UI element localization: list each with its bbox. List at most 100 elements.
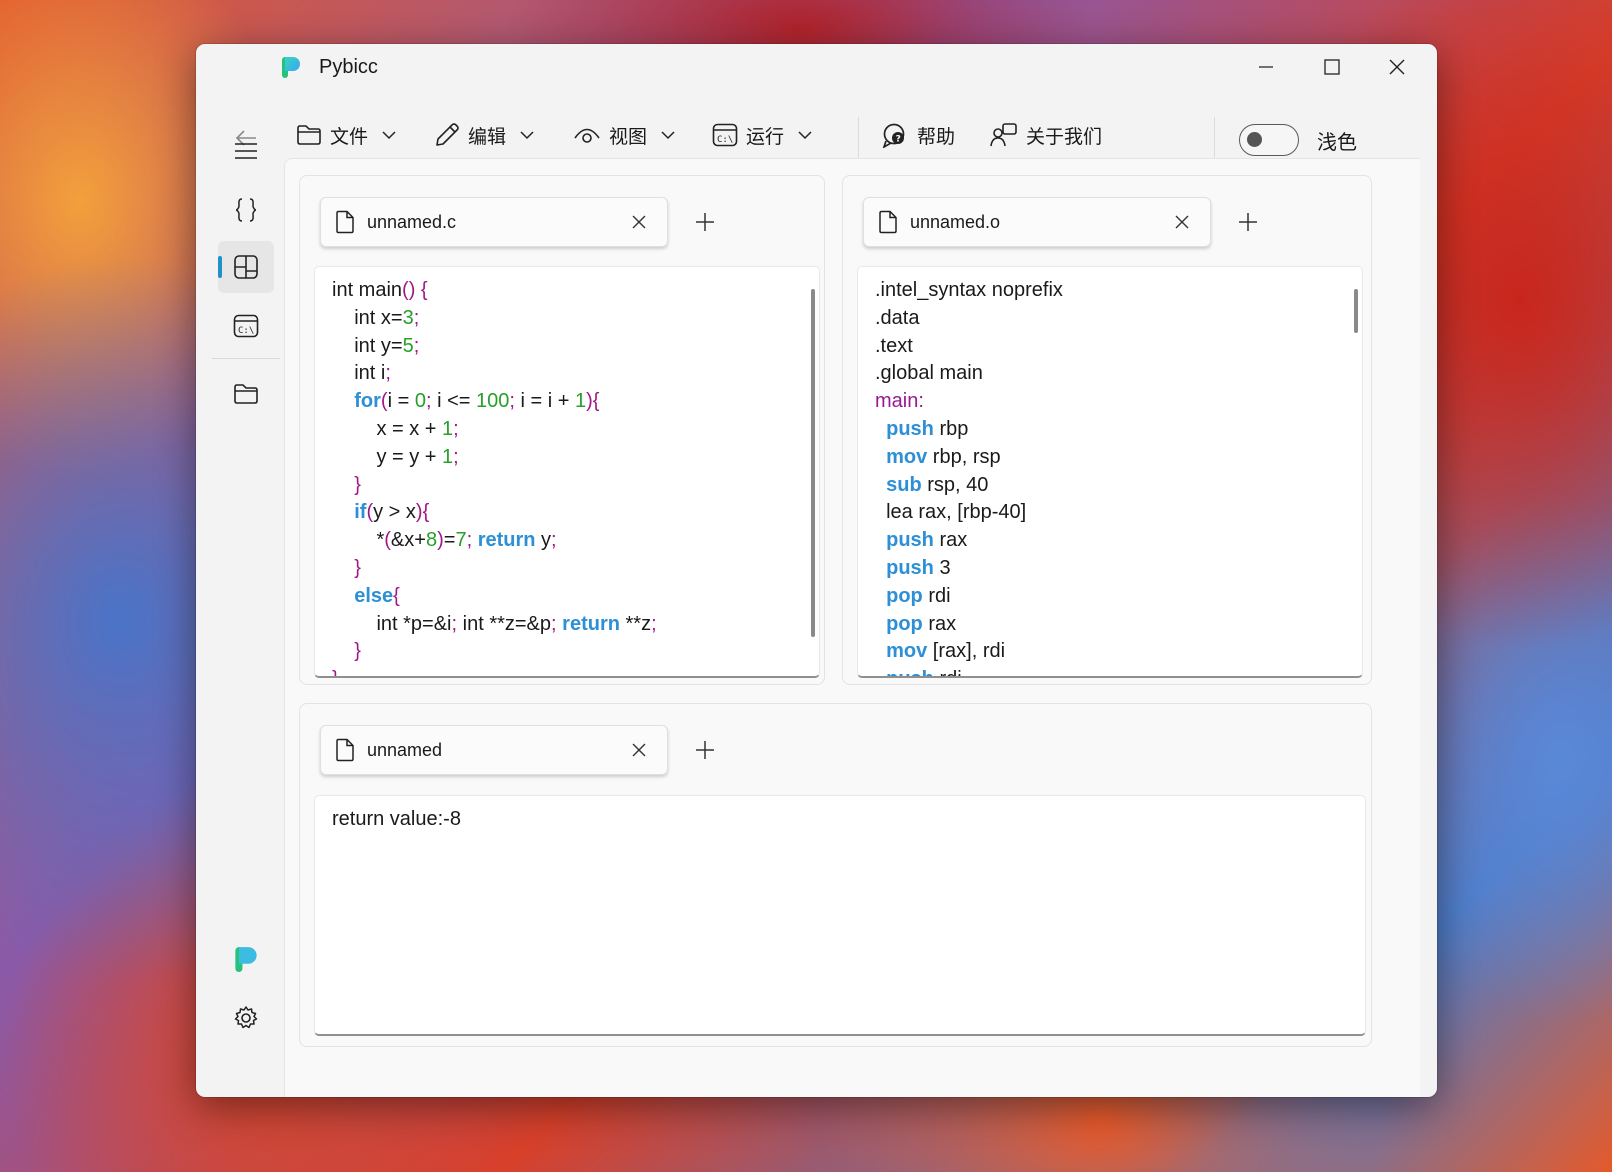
tab-label: unnamed.o <box>910 211 1001 232</box>
view-menu-button[interactable]: 视图 <box>573 117 675 153</box>
nav-item-code[interactable] <box>218 184 274 236</box>
add-tab-button[interactable] <box>690 735 720 765</box>
edit-menu-button[interactable]: 编辑 <box>434 117 534 153</box>
code-token: push <box>886 417 934 440</box>
code-token: sub <box>886 473 922 496</box>
code-token: 3 <box>402 306 414 329</box>
code-token: 1 <box>574 390 587 413</box>
command-bar: 文件 编辑 视图 C:\ 运行 ? 帮助 关于我们 浅色 <box>284 109 1424 161</box>
add-tab-button[interactable] <box>1233 207 1263 237</box>
nav-item-layout[interactable] <box>218 241 274 293</box>
code-token: main: <box>875 390 924 413</box>
tab-label: unnamed <box>367 739 443 760</box>
code-token: * <box>332 529 385 552</box>
code-token: rdi <box>934 668 961 676</box>
code-token: int *p=&i <box>332 612 452 635</box>
nav-menu-toggle[interactable] <box>218 125 274 177</box>
close-button[interactable] <box>1364 44 1430 90</box>
maximize-button[interactable] <box>1299 44 1365 90</box>
about-label: 关于我们 <box>1026 126 1103 148</box>
code-token: int main <box>332 279 403 301</box>
code-token: for <box>354 390 381 413</box>
file-menu-button[interactable]: 文件 <box>296 117 396 153</box>
app-title: Pybicc <box>319 56 378 78</box>
code-token: } <box>354 473 361 496</box>
add-tab-button[interactable] <box>690 207 720 237</box>
code-token: y <box>535 529 552 552</box>
output-console[interactable]: return value:-8 <box>314 795 1366 1036</box>
theme-toggle-switch[interactable] <box>1239 124 1299 156</box>
tab-asm-file[interactable]: unnamed.o <box>863 197 1211 247</box>
code-token: **z <box>619 612 652 635</box>
code-line: int *p=&i; int **z=&p; return **z; <box>332 611 656 639</box>
plus-icon <box>696 213 714 231</box>
folder-icon <box>297 125 321 145</box>
code-line: main: <box>875 388 1063 416</box>
code-token: rax <box>933 529 968 552</box>
code-token: .data <box>875 306 920 329</box>
code-line: push rdi <box>875 666 1063 676</box>
code-line: lea rax, [rbp-40] <box>875 499 1063 527</box>
code-token: ; <box>413 306 420 329</box>
about-button[interactable]: 关于我们 <box>990 117 1102 153</box>
code-line: push rbp <box>875 416 1063 444</box>
code-token: ( <box>384 529 391 552</box>
nav-item-folder[interactable] <box>218 368 274 420</box>
code-line: mov rbp, rsp <box>875 444 1063 472</box>
code-line: y = y + 1; <box>332 444 657 472</box>
code-token: x = x + <box>332 417 443 440</box>
source-code-editor[interactable]: int main() { int x=3; int y=5; int i; fo… <box>314 266 820 678</box>
nav-item-app-logo[interactable] <box>218 933 274 985</box>
tab-close-button[interactable] <box>629 740 649 760</box>
code-token: .intel_syntax noprefix <box>875 279 1063 301</box>
code-line: } <box>332 638 657 666</box>
nav-item-settings[interactable] <box>218 992 274 1044</box>
code-line: push 3 <box>875 555 1063 583</box>
code-line: } <box>332 555 657 583</box>
nav-item-terminal[interactable]: C:\ <box>218 300 274 352</box>
code-token: return <box>562 612 620 635</box>
code-line: pop rdi <box>875 583 1063 611</box>
code-line: x = x + 1; <box>332 416 657 444</box>
help-chat-icon: ? <box>882 123 905 148</box>
code-token: ){ <box>586 390 600 413</box>
nav-divider <box>212 358 280 359</box>
code-token: if <box>354 501 367 524</box>
braces-icon <box>235 198 257 222</box>
tab-close-button[interactable] <box>629 212 649 232</box>
toggle-knob <box>1247 132 1262 147</box>
tab-source-file[interactable]: unnamed.c <box>320 197 668 247</box>
code-token: push <box>886 556 934 579</box>
run-menu-button[interactable]: C:\ 运行 <box>712 117 812 153</box>
code-token: ; <box>385 362 391 385</box>
app-window: Pybicc C:\ 文件 编辑 视图 C:\ 运行 ? 帮助 关于我们 浅色 … <box>196 44 1437 1097</box>
code-line: int x=3; <box>332 305 657 333</box>
source-code-text[interactable]: int main() { int x=3; int y=5; int i; fo… <box>332 277 657 676</box>
help-button[interactable]: ? 帮助 <box>881 117 955 153</box>
code-line: pop rax <box>875 611 1063 639</box>
code-token: rbp, rsp <box>927 445 1001 468</box>
folder-icon <box>234 384 258 404</box>
tab-close-button[interactable] <box>1172 212 1192 232</box>
minimize-icon <box>1259 66 1273 68</box>
source-editor-panel: unnamed.c int main() { int x=3; int y=5;… <box>299 175 825 685</box>
code-token: { <box>393 584 400 607</box>
code-line: } <box>332 472 657 500</box>
code-token: mov <box>886 640 928 663</box>
view-menu-label: 视图 <box>609 126 648 148</box>
vertical-scrollbar[interactable] <box>811 289 815 637</box>
assembly-code-editor[interactable]: .intel_syntax noprefix .data .text .global … <box>857 266 1363 678</box>
tab-output[interactable]: unnamed <box>320 725 668 775</box>
vertical-scrollbar[interactable] <box>1354 289 1358 333</box>
code-token: [rax], rdi <box>927 640 1006 663</box>
assembly-code-text[interactable]: .intel_syntax noprefix .data .text .global … <box>875 277 1063 676</box>
minimize-button[interactable] <box>1233 44 1299 90</box>
help-label: 帮助 <box>917 126 956 148</box>
code-token: 100 <box>476 390 510 413</box>
